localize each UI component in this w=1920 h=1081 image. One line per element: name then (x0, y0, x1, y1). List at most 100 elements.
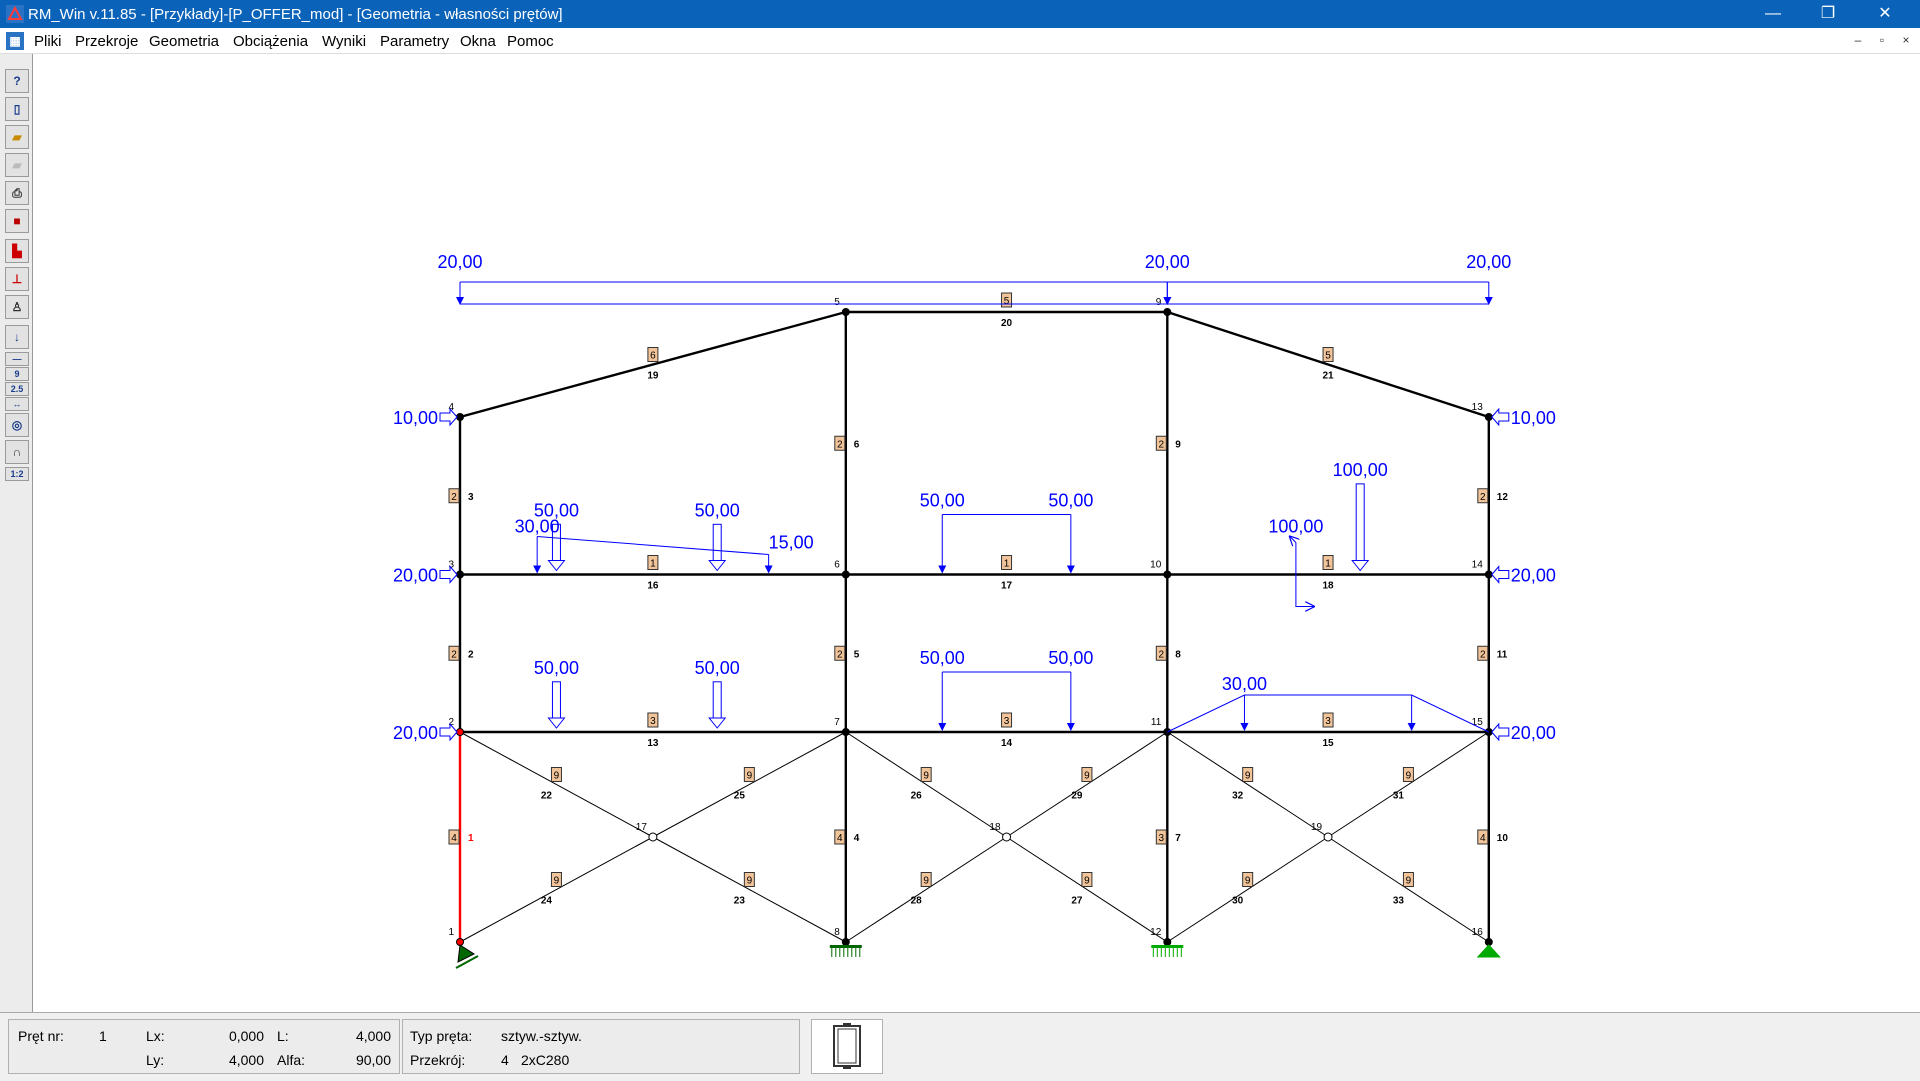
bar-26[interactable] (845, 731, 1007, 838)
node-18[interactable] (1002, 832, 1012, 842)
bar-number-9: 9 (1175, 439, 1181, 450)
bar-29[interactable] (1006, 731, 1168, 838)
help-icon[interactable]: ? (5, 69, 29, 93)
node-number-11: 11 (1151, 717, 1162, 728)
node-6[interactable] (841, 570, 850, 579)
nodal-load-4[interactable] (1491, 565, 1510, 584)
restore-button[interactable]: ❐ (1805, 0, 1851, 28)
bar-number-17: 17 (1001, 581, 1013, 592)
number-icon[interactable]: 9 (5, 367, 29, 381)
bar-number-26: 26 (911, 791, 923, 802)
section-tag-1-label: 4 (451, 833, 457, 844)
section-tag-11-label: 2 (1480, 649, 1486, 660)
menu-wyniki[interactable]: Wyniki (322, 33, 366, 50)
bar-number-32: 32 (1232, 791, 1244, 802)
scale-label[interactable]: 2.5 (5, 382, 29, 396)
mdi-minimize-button[interactable]: – (1850, 33, 1866, 47)
bar-22[interactable] (459, 731, 654, 838)
bar-number-value: 1 (99, 1028, 107, 1044)
bar-28[interactable] (845, 836, 1007, 943)
node-7[interactable] (841, 728, 850, 736)
bar-number-11: 11 (1497, 649, 1508, 660)
bar-number-7: 7 (1175, 833, 1181, 844)
section-tag-12-label: 2 (1480, 492, 1486, 503)
bar-number-1: 1 (468, 833, 474, 844)
window-title: RM_Win v.11.85 - [Przykłady]-[P_OFFER_mo… (28, 6, 563, 23)
point-load-2[interactable] (547, 717, 566, 729)
bar-25[interactable] (652, 731, 847, 838)
bar-32[interactable] (1167, 731, 1329, 838)
target-icon[interactable]: ◎ (5, 413, 29, 437)
node-9[interactable] (1163, 308, 1172, 316)
arch-icon[interactable]: ∩ (5, 440, 29, 464)
bar-number-16: 16 (647, 581, 659, 592)
scale-icon[interactable]: ↔ (5, 397, 29, 411)
node-5[interactable] (841, 308, 850, 316)
menu-obciazenia[interactable]: Obciążenia (233, 33, 308, 50)
support-8[interactable] (829, 945, 862, 948)
minimize-button[interactable]: — (1750, 0, 1796, 28)
bar-19[interactable] (459, 310, 847, 419)
node-19[interactable] (1323, 832, 1333, 842)
point-load-0[interactable] (547, 560, 566, 572)
bar-24[interactable] (459, 836, 654, 943)
stamp-icon[interactable]: ♙ (5, 295, 29, 319)
node-8[interactable] (841, 938, 850, 946)
ratio-icon[interactable]: 1:2 (5, 467, 29, 481)
section-tag-23-label: 9 (747, 876, 753, 887)
menu-przekroje[interactable]: Przekroje (75, 33, 138, 50)
menu-pliki[interactable]: Pliki (34, 33, 62, 50)
moment-load-label: 100,00 (1268, 517, 1323, 537)
frame-model[interactable]: 1422324452627382921041121221331431531611… (33, 54, 1920, 1012)
bar-31[interactable] (1327, 731, 1490, 838)
section-tag-13-label: 3 (650, 716, 656, 727)
support-16[interactable] (1476, 944, 1501, 958)
section-tag-31-label: 9 (1406, 771, 1412, 782)
section-tag-21-label: 5 (1325, 351, 1331, 362)
menu-parametry[interactable]: Parametry (380, 33, 449, 50)
menu-okna[interactable]: Okna (460, 33, 496, 50)
node-number-17: 17 (636, 822, 648, 833)
section-preview-panel[interactable] (811, 1019, 883, 1074)
mdi-restore-button[interactable]: ▫ (1874, 33, 1890, 47)
open-file-icon[interactable]: ▰ (5, 125, 29, 149)
bar-geometry-panel: Pręt nr: 1 Lx: 0,000 Ly: 4,000 L: 4,000 … (8, 1019, 400, 1074)
menu-geometria[interactable]: Geometria (149, 33, 219, 50)
drawing-canvas[interactable]: 1 4 2 2 3 2 4 4 5 2 6 2 7 3 8 2 9 2 10 4 11 2 12 2 13 3 14 3 15 3 16 1 1… (33, 54, 1920, 1012)
bar-27[interactable] (1006, 836, 1168, 943)
print-icon[interactable]: ⎙ (5, 181, 29, 205)
bar-number-5: 5 (854, 649, 860, 660)
bar-30[interactable] (1167, 836, 1329, 943)
section-tag-24-label: 9 (554, 876, 560, 887)
document-icon[interactable]: ▦ (6, 32, 24, 50)
bar-21[interactable] (1166, 310, 1490, 419)
load-arrow-icon[interactable]: ↓ (5, 325, 29, 349)
node-number-14: 14 (1472, 560, 1484, 571)
bar-number-28: 28 (911, 896, 923, 907)
fire-extinguisher-icon[interactable]: ▙ (5, 239, 29, 263)
nodal-load-3[interactable] (1491, 407, 1510, 427)
point-load-4[interactable] (1351, 560, 1370, 572)
point-load-3[interactable] (708, 717, 727, 729)
bar-33[interactable] (1327, 836, 1490, 943)
close-button[interactable]: ✕ (1862, 0, 1908, 28)
support-12[interactable] (1151, 945, 1184, 948)
save-icon[interactable]: ■ (5, 209, 29, 233)
node-12[interactable] (1163, 938, 1172, 946)
dimension-icon[interactable]: — (5, 352, 29, 366)
app-icon[interactable] (6, 5, 24, 23)
node-10[interactable] (1163, 570, 1172, 579)
nodal-load-5[interactable] (1491, 722, 1510, 742)
bar-number-19: 19 (647, 371, 659, 382)
new-file-icon[interactable]: ▯ (5, 97, 29, 121)
node-icon[interactable]: ⊥ (5, 267, 29, 291)
disabled-icon[interactable]: ▰ (5, 153, 29, 177)
section-tag-4-label: 4 (837, 833, 843, 844)
point-load-1[interactable] (708, 560, 727, 572)
trapezoid-load-0[interactable] (537, 536, 769, 555)
section-tag-8-label: 2 (1159, 649, 1165, 660)
menu-pomoc[interactable]: Pomoc (507, 33, 554, 50)
bar-23[interactable] (652, 836, 847, 943)
mdi-close-button[interactable]: × (1898, 33, 1914, 47)
node-17[interactable] (648, 832, 658, 842)
